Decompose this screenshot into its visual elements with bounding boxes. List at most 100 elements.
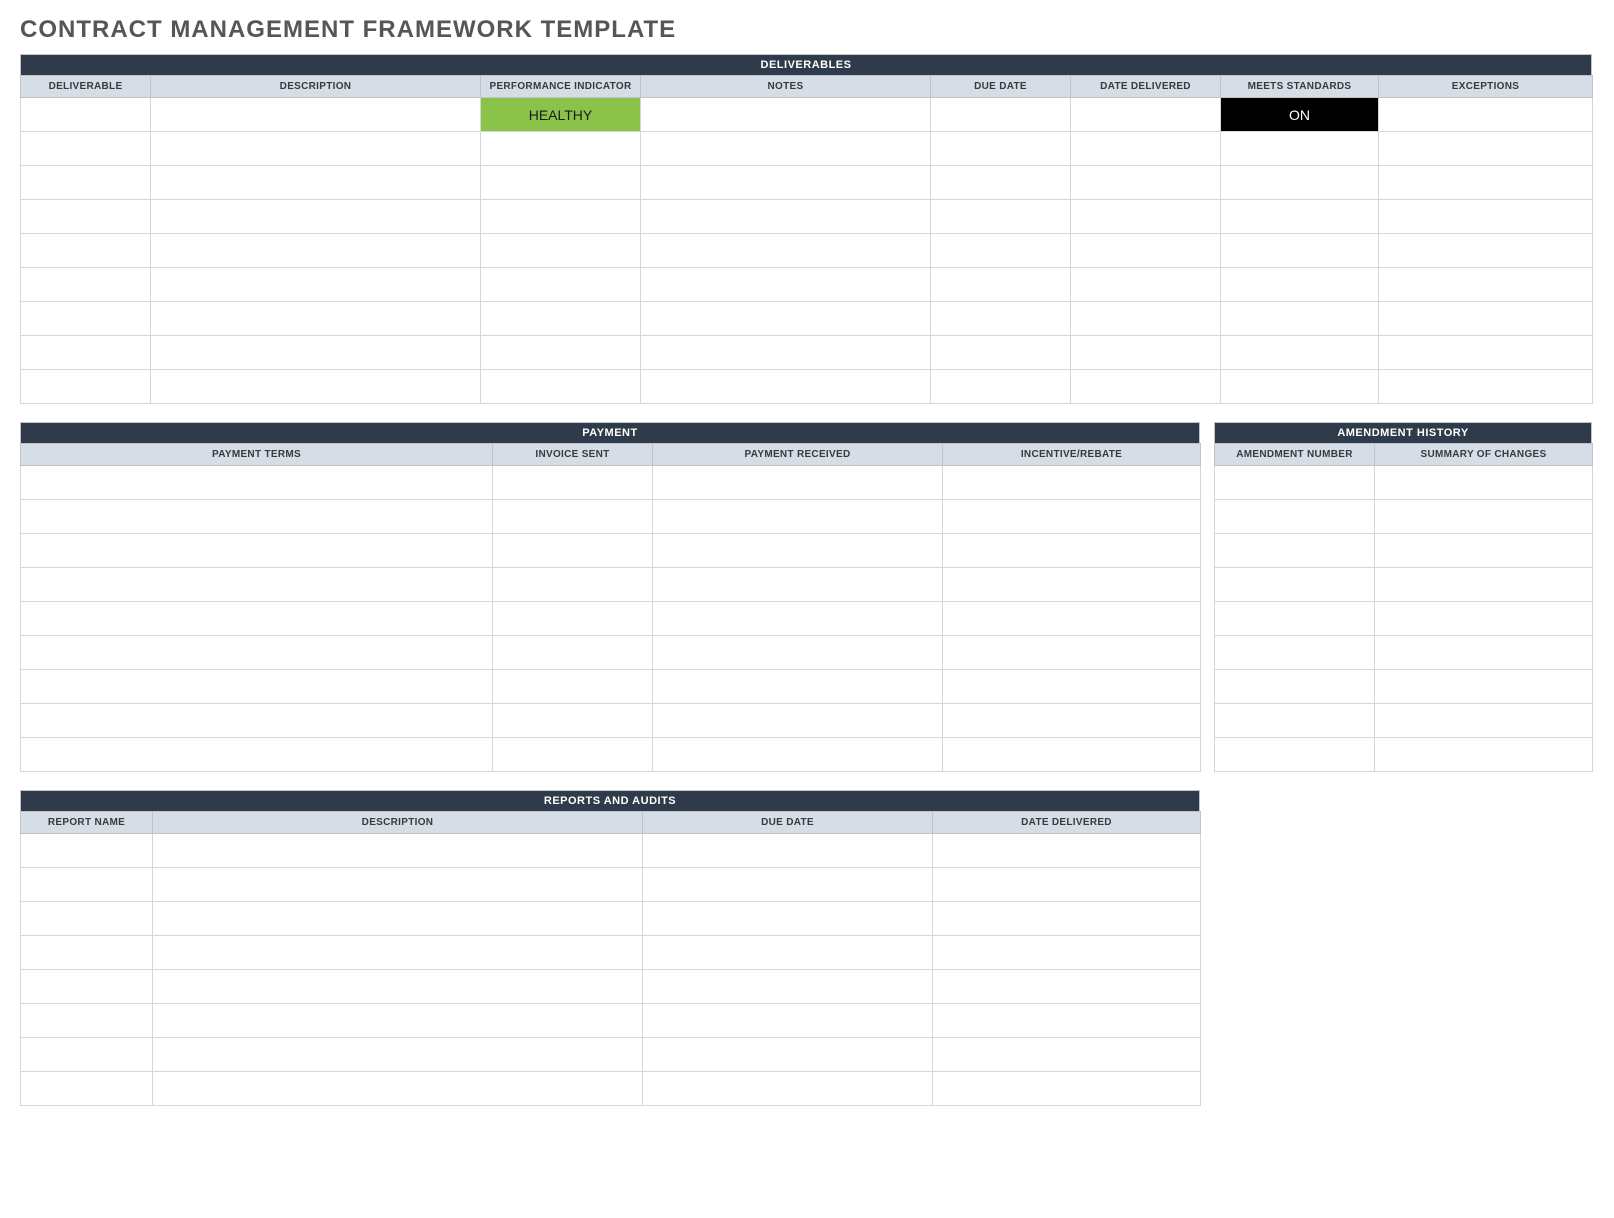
cell[interactable] — [1375, 602, 1593, 636]
performance-indicator-cell[interactable]: HEALTHY — [481, 98, 641, 132]
cell[interactable] — [493, 534, 653, 568]
cell[interactable] — [1221, 200, 1379, 234]
cell[interactable] — [1071, 336, 1221, 370]
cell[interactable] — [1071, 166, 1221, 200]
cell[interactable] — [1215, 738, 1375, 772]
cell[interactable] — [931, 336, 1071, 370]
cell[interactable] — [21, 936, 153, 970]
cell[interactable] — [1071, 132, 1221, 166]
cell[interactable] — [1221, 336, 1379, 370]
cell[interactable] — [1379, 200, 1593, 234]
cell[interactable] — [1215, 500, 1375, 534]
cell[interactable] — [493, 738, 653, 772]
cell[interactable] — [21, 738, 493, 772]
cell[interactable] — [933, 868, 1201, 902]
cell[interactable] — [151, 302, 481, 336]
cell[interactable] — [1221, 166, 1379, 200]
cell[interactable] — [653, 466, 943, 500]
meets-standards-cell[interactable]: ON — [1221, 98, 1379, 132]
cell[interactable] — [933, 936, 1201, 970]
cell[interactable] — [643, 936, 933, 970]
cell[interactable] — [641, 166, 931, 200]
cell[interactable] — [931, 234, 1071, 268]
cell[interactable] — [1215, 534, 1375, 568]
cell[interactable] — [931, 302, 1071, 336]
cell[interactable] — [1221, 268, 1379, 302]
cell[interactable] — [1379, 132, 1593, 166]
cell[interactable] — [21, 200, 151, 234]
cell[interactable] — [933, 1004, 1201, 1038]
cell[interactable] — [1071, 234, 1221, 268]
cell[interactable] — [1215, 568, 1375, 602]
cell[interactable] — [481, 166, 641, 200]
cell[interactable] — [1221, 234, 1379, 268]
cell[interactable] — [653, 670, 943, 704]
cell[interactable] — [1215, 636, 1375, 670]
cell[interactable] — [21, 234, 151, 268]
cell[interactable] — [1379, 336, 1593, 370]
cell[interactable] — [943, 602, 1201, 636]
cell[interactable] — [1379, 370, 1593, 404]
cell[interactable] — [643, 868, 933, 902]
cell[interactable] — [21, 98, 151, 132]
cell[interactable] — [1071, 268, 1221, 302]
cell[interactable] — [643, 970, 933, 1004]
cell[interactable] — [1215, 602, 1375, 636]
cell[interactable] — [943, 466, 1201, 500]
cell[interactable] — [1071, 302, 1221, 336]
cell[interactable] — [481, 132, 641, 166]
cell[interactable] — [1375, 636, 1593, 670]
cell[interactable] — [943, 636, 1201, 670]
cell[interactable] — [151, 98, 481, 132]
cell[interactable] — [21, 636, 493, 670]
cell[interactable] — [151, 370, 481, 404]
cell[interactable] — [21, 704, 493, 738]
cell[interactable] — [641, 370, 931, 404]
cell[interactable] — [1071, 200, 1221, 234]
cell[interactable] — [1379, 234, 1593, 268]
cell[interactable] — [1375, 466, 1593, 500]
cell[interactable] — [1221, 132, 1379, 166]
cell[interactable] — [943, 738, 1201, 772]
cell[interactable] — [653, 534, 943, 568]
cell[interactable] — [151, 166, 481, 200]
cell[interactable] — [21, 466, 493, 500]
cell[interactable] — [1375, 534, 1593, 568]
cell[interactable] — [643, 1038, 933, 1072]
cell[interactable] — [1379, 302, 1593, 336]
cell[interactable] — [1221, 370, 1379, 404]
cell[interactable] — [21, 132, 151, 166]
cell[interactable] — [21, 834, 153, 868]
cell[interactable] — [493, 602, 653, 636]
cell[interactable] — [21, 302, 151, 336]
cell[interactable] — [931, 370, 1071, 404]
cell[interactable] — [641, 98, 931, 132]
cell[interactable] — [943, 704, 1201, 738]
cell[interactable] — [481, 234, 641, 268]
cell[interactable] — [21, 1004, 153, 1038]
cell[interactable] — [21, 268, 151, 302]
cell[interactable] — [943, 500, 1201, 534]
cell[interactable] — [153, 1038, 643, 1072]
cell[interactable] — [481, 200, 641, 234]
cell[interactable] — [1375, 670, 1593, 704]
cell[interactable] — [481, 370, 641, 404]
cell[interactable] — [1379, 166, 1593, 200]
cell[interactable] — [153, 1072, 643, 1106]
cell[interactable] — [1375, 568, 1593, 602]
cell[interactable] — [1215, 466, 1375, 500]
cell[interactable] — [943, 670, 1201, 704]
cell[interactable] — [933, 834, 1201, 868]
cell[interactable] — [153, 834, 643, 868]
cell[interactable] — [493, 466, 653, 500]
cell[interactable] — [493, 636, 653, 670]
cell[interactable] — [933, 902, 1201, 936]
cell[interactable] — [643, 834, 933, 868]
cell[interactable] — [21, 534, 493, 568]
cell[interactable] — [931, 166, 1071, 200]
cell[interactable] — [653, 636, 943, 670]
cell[interactable] — [21, 670, 493, 704]
cell[interactable] — [153, 1004, 643, 1038]
cell[interactable] — [641, 336, 931, 370]
cell[interactable] — [643, 1004, 933, 1038]
